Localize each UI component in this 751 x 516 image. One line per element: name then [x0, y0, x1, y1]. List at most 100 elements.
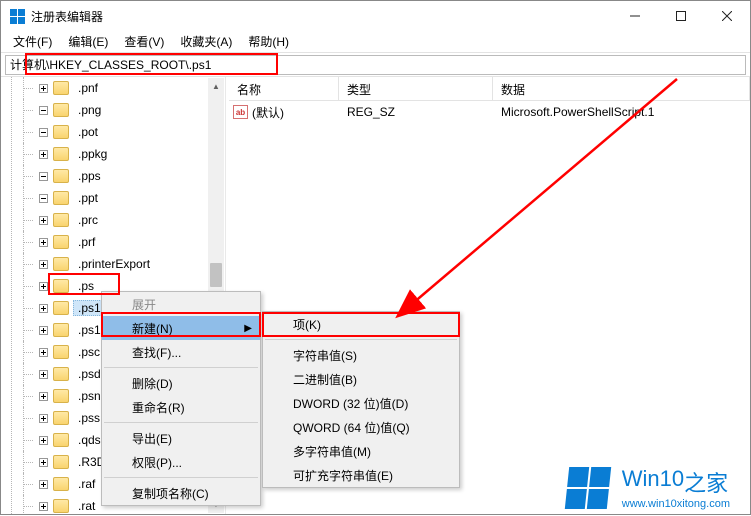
folder-icon	[53, 235, 69, 249]
menu-favorites[interactable]: 收藏夹(A)	[172, 31, 240, 52]
submenu-arrow-icon: ▶	[244, 323, 252, 334]
minimize-button[interactable]	[612, 1, 658, 31]
collapse-icon[interactable]	[35, 326, 51, 335]
app-icon	[9, 8, 25, 24]
collapse-icon[interactable]	[35, 480, 51, 489]
folder-icon	[53, 191, 69, 205]
collapse-icon[interactable]	[35, 238, 51, 247]
collapse-icon[interactable]	[35, 304, 51, 313]
folder-icon	[53, 345, 69, 359]
expand-icon[interactable]	[35, 128, 51, 137]
menu-delete[interactable]: 删除(D)	[102, 371, 260, 395]
tree-item-label: .prc	[73, 213, 103, 227]
menu-separator	[104, 422, 258, 423]
collapse-icon[interactable]	[35, 458, 51, 467]
tree-item[interactable]: .ppt	[1, 187, 225, 209]
value-type: REG_SZ	[339, 105, 493, 119]
expand-icon[interactable]	[35, 194, 51, 203]
folder-icon	[53, 389, 69, 403]
folder-icon	[53, 433, 69, 447]
folder-icon	[53, 213, 69, 227]
tree-item[interactable]: .png	[1, 99, 225, 121]
maximize-button[interactable]	[658, 1, 704, 31]
folder-icon	[53, 103, 69, 117]
menu-new-qword[interactable]: QWORD (64 位)值(Q)	[263, 415, 459, 439]
folder-icon	[53, 367, 69, 381]
menu-export[interactable]: 导出(E)	[102, 426, 260, 450]
context-submenu-new: 项(K) 字符串值(S) 二进制值(B) DWORD (32 位)值(D) QW…	[262, 311, 460, 488]
tree-item[interactable]: .pot	[1, 121, 225, 143]
tree-item-label: .pps	[73, 169, 106, 183]
tree-item[interactable]: .ppkg	[1, 143, 225, 165]
collapse-icon[interactable]	[35, 502, 51, 511]
tree-item[interactable]: .pps	[1, 165, 225, 187]
menu-find[interactable]: 查找(F)...	[102, 340, 260, 364]
close-button[interactable]	[704, 1, 750, 31]
collapse-icon[interactable]	[35, 216, 51, 225]
folder-icon	[53, 169, 69, 183]
menu-copy-key-name[interactable]: 复制项名称(C)	[102, 481, 260, 505]
header-type[interactable]: 类型	[339, 77, 493, 100]
menu-new-expandstring[interactable]: 可扩充字符串值(E)	[263, 463, 459, 487]
window-title: 注册表编辑器	[31, 8, 612, 25]
menu-separator	[265, 339, 457, 340]
collapse-icon[interactable]	[35, 150, 51, 159]
folder-icon	[53, 81, 69, 95]
tree-item[interactable]: .pnf	[1, 77, 225, 99]
folder-icon	[53, 125, 69, 139]
tree-item-label: .png	[73, 103, 106, 117]
scroll-thumb[interactable]	[210, 263, 222, 287]
collapse-icon[interactable]	[35, 392, 51, 401]
collapse-icon[interactable]	[35, 260, 51, 269]
menu-new-dword[interactable]: DWORD (32 位)值(D)	[263, 391, 459, 415]
tree-item-label: .printerExport	[73, 257, 155, 271]
menu-bar: 文件(F) 编辑(E) 查看(V) 收藏夹(A) 帮助(H)	[1, 31, 750, 53]
folder-icon	[53, 257, 69, 271]
menu-permissions[interactable]: 权限(P)...	[102, 450, 260, 474]
collapse-icon[interactable]	[35, 414, 51, 423]
menu-new-binary[interactable]: 二进制值(B)	[263, 367, 459, 391]
collapse-icon[interactable]	[35, 282, 51, 291]
collapse-icon[interactable]	[35, 84, 51, 93]
tree-item[interactable]: .printerExport	[1, 253, 225, 275]
collapse-icon[interactable]	[35, 348, 51, 357]
expand-icon[interactable]	[35, 172, 51, 181]
menu-new-key[interactable]: 项(K)	[263, 312, 459, 336]
menu-help[interactable]: 帮助(H)	[240, 31, 297, 52]
menu-new-multistring[interactable]: 多字符串值(M)	[263, 439, 459, 463]
menu-expand[interactable]: 展开	[102, 292, 260, 316]
address-bar	[1, 53, 750, 77]
address-input[interactable]	[5, 55, 746, 75]
header-name[interactable]: 名称	[229, 77, 339, 100]
collapse-icon[interactable]	[35, 436, 51, 445]
folder-icon	[53, 477, 69, 491]
menu-edit[interactable]: 编辑(E)	[60, 31, 116, 52]
tree-item-label: .ppkg	[73, 147, 112, 161]
tree-item[interactable]: .prf	[1, 231, 225, 253]
list-header: 名称 类型 数据	[229, 77, 750, 101]
folder-icon	[53, 455, 69, 469]
collapse-icon[interactable]	[35, 370, 51, 379]
string-value-icon: ab	[233, 105, 248, 119]
folder-icon	[53, 279, 69, 293]
scroll-up-button[interactable]: ▲	[208, 78, 224, 95]
value-data: Microsoft.PowerShellScript.1	[493, 105, 750, 119]
tree-item[interactable]: .prc	[1, 209, 225, 231]
menu-new-string[interactable]: 字符串值(S)	[263, 343, 459, 367]
value-name: (默认)	[252, 104, 284, 121]
tree-item-label: .ppt	[73, 191, 103, 205]
tree-item-label: .prf	[73, 235, 100, 249]
menu-new[interactable]: 新建(N)▶	[102, 316, 260, 340]
title-bar: 注册表编辑器	[1, 1, 750, 31]
expand-icon[interactable]	[35, 106, 51, 115]
list-row[interactable]: ab (默认) REG_SZ Microsoft.PowerShellScrip…	[229, 101, 750, 123]
folder-icon	[53, 147, 69, 161]
menu-file[interactable]: 文件(F)	[5, 31, 60, 52]
context-menu: 展开 新建(N)▶ 查找(F)... 删除(D) 重命名(R) 导出(E) 权限…	[101, 291, 261, 506]
menu-separator	[104, 367, 258, 368]
menu-rename[interactable]: 重命名(R)	[102, 395, 260, 419]
menu-view[interactable]: 查看(V)	[116, 31, 172, 52]
folder-icon	[53, 323, 69, 337]
header-data[interactable]: 数据	[493, 77, 750, 100]
tree-item-label: .pot	[73, 125, 103, 139]
